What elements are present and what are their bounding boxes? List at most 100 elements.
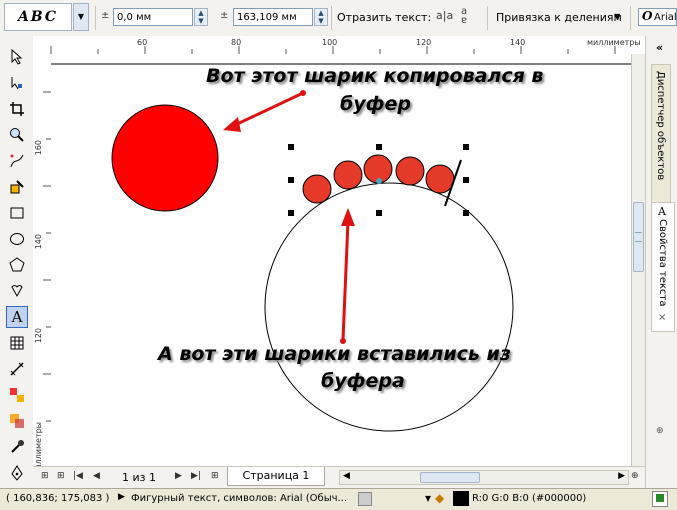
add-page-end-icon[interactable]: ⊞ [211, 471, 219, 481]
scroll-left-icon[interactable]: ◀ [343, 471, 350, 481]
scroll-down-icon[interactable]: ⊕ [656, 426, 664, 436]
blend-tool-icon[interactable] [6, 384, 28, 406]
font-name: Arial [654, 12, 677, 23]
pasted-small-ball [395, 156, 425, 186]
divider [331, 6, 332, 30]
outline-pen-tool-icon[interactable] [6, 462, 28, 484]
add-page-icon[interactable]: ⊞ [57, 471, 65, 481]
docker-tab-label: Диспетчер объектов [655, 71, 666, 181]
annotation-top-line2: буфер [340, 93, 411, 115]
next-page-icon[interactable]: ▶ [175, 471, 182, 481]
ruler-tick-label: 120 [416, 38, 432, 47]
annotation-bottom-line2: буфера [321, 370, 405, 392]
scroll-grip [635, 232, 642, 242]
ruler-ticks [43, 91, 51, 422]
vertical-scrollbar[interactable] [631, 54, 646, 466]
offset-x-spinner[interactable]: ▲ ▼ [194, 8, 208, 26]
cursor-coordinates: ( 160,836; 175,083 ) [6, 493, 110, 504]
chevron-down-icon[interactable]: ▾ [425, 491, 431, 505]
scrollbar-thumb[interactable] [420, 472, 480, 483]
pick-tool-icon[interactable] [6, 46, 28, 68]
drawing-canvas[interactable]: Вот этот шарик копировался в буфер А вот… [51, 54, 631, 466]
last-page-icon[interactable]: ▶| [191, 471, 201, 481]
freehand-tool-icon[interactable] [6, 150, 28, 172]
fill-color-swatch[interactable] [453, 491, 469, 506]
basic-shapes-tool-icon[interactable] [6, 280, 28, 302]
status-bar: ( 160,836; 175,083 ) ▶ Фигурный текст, с… [0, 488, 677, 510]
font-list-field[interactable]: O Arial [638, 8, 677, 26]
shape-tool-icon[interactable] [6, 72, 28, 94]
annotation-bottom-line1: А вот эти шарики вставились из [158, 343, 511, 365]
zoom-tool-icon[interactable] [6, 124, 28, 146]
ruler-tick-label: 80 [231, 38, 242, 47]
toolbox: A [0, 36, 34, 488]
text-properties-icon: A [658, 205, 666, 218]
ruler-tick-label: 140 [34, 234, 43, 250]
pasted-small-ball [425, 164, 455, 194]
mirror-vertical-icon[interactable]: aɐ [461, 7, 467, 26]
preset-dropdown-button[interactable]: ▼ [73, 3, 89, 31]
offset-y-spinner[interactable]: ▲ ▼ [314, 8, 328, 26]
navigator-icon[interactable]: ⊞ [41, 471, 49, 481]
ruler-tick-label: 160 [34, 140, 43, 156]
transparency-tool-icon[interactable] [6, 410, 28, 432]
font-italic-o-icon: O [642, 9, 653, 23]
pasted-small-ball [302, 174, 332, 204]
ruler-tick-label: 120 [34, 328, 43, 344]
docker-tab-object-manager[interactable]: Диспетчер объектов [651, 64, 671, 224]
text-tool-icon[interactable]: A [6, 306, 28, 328]
property-bar: ABC ▼ ± 0,0 мм ▲ ▼ ± 163,109 мм ▲ ▼ Отрази… [0, 0, 677, 37]
horizontal-ruler[interactable]: 60 80 100 120 140 миллиметры [33, 36, 645, 55]
annotation-top-line1: Вот этот шарик копировался в [206, 65, 544, 87]
polygon-tool-icon[interactable] [6, 254, 28, 276]
docker-panel: « Диспетчер объектов A Свойства текста ×… [645, 36, 677, 488]
zoom-navigator-icon[interactable]: ⊕ [631, 471, 639, 481]
large-circle-outline [264, 182, 514, 432]
artistic-text-label: ABC [17, 9, 59, 25]
page-navigator: ⊞ ⊞ |◀ ◀ 1 из 1 ▶ ▶| ⊞ Страница 1 ◀ ▶ ⊕ [33, 466, 645, 489]
red-arrow-bottom [340, 208, 355, 344]
offset-y-icon: ± [220, 10, 229, 21]
scroll-right-icon[interactable]: ▶ [618, 471, 625, 481]
dimension-tool-icon[interactable] [6, 358, 28, 380]
rectangle-tool-icon[interactable] [6, 202, 28, 224]
docker-tab-label: Свойства текста [657, 219, 668, 307]
offset-x-icon: ± [101, 10, 110, 21]
page-tab[interactable]: Страница 1 [227, 467, 325, 486]
eyedropper-tool-icon[interactable] [6, 436, 28, 458]
crop-tool-icon[interactable] [6, 98, 28, 120]
ruler-unit-label: миллиметры [587, 38, 641, 47]
artistic-text-preset-button[interactable]: ABC [4, 3, 72, 31]
snap-to-ticks-label[interactable]: Привязка к делениям [496, 11, 622, 24]
outline-color-icon[interactable] [652, 491, 668, 507]
chevron-down-icon: ▼ [77, 12, 85, 21]
table-tool-icon[interactable] [6, 332, 28, 354]
fill-bucket-icon: ◆ [435, 491, 445, 505]
ruler-tick-label: 60 [137, 38, 148, 47]
canvas-drawing [51, 63, 631, 432]
smart-fill-tool-icon[interactable] [6, 176, 28, 198]
close-icon[interactable]: × [658, 312, 666, 323]
page-tab-label: Страница 1 [242, 469, 310, 482]
mirror-text-label: Отразить текст: [337, 11, 432, 24]
offset-y-field[interactable]: 163,109 мм [233, 8, 313, 26]
pasted-small-ball [333, 160, 363, 190]
ellipse-tool-icon[interactable] [6, 228, 28, 250]
divider [95, 6, 96, 30]
ruler-ticks [50, 46, 616, 54]
horizontal-scrollbar[interactable]: ◀ ▶ [339, 470, 629, 485]
ruler-tick-label: 140 [510, 38, 526, 47]
chevron-down-icon[interactable]: ▼ [614, 12, 620, 21]
first-page-icon[interactable]: |◀ [73, 471, 83, 481]
divider [630, 6, 631, 30]
expand-status-icon[interactable]: ▶ [118, 492, 125, 502]
offset-x-field[interactable]: 0,0 мм [113, 8, 193, 26]
mirror-horizontal-icon[interactable]: a|a [436, 9, 453, 22]
ruler-tick-label: 100 [322, 38, 338, 47]
copied-red-ball [111, 104, 219, 212]
collapse-docker-icon[interactable]: « [656, 41, 663, 54]
previous-page-icon[interactable]: ◀ [93, 471, 100, 481]
fill-color-value: R:0 G:0 B:0 (#000000) [472, 493, 587, 504]
vertical-ruler[interactable]: 160 140 120 миллиметры [33, 54, 52, 476]
snapshot-icon[interactable] [358, 492, 372, 506]
